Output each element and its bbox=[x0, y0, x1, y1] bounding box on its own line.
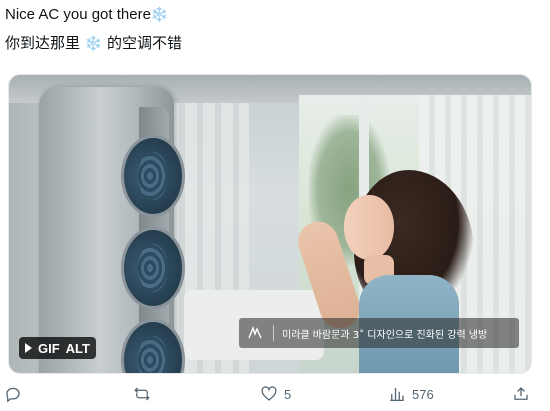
reply-icon bbox=[6, 387, 20, 403]
repost-button[interactable] bbox=[133, 380, 151, 408]
post-text-english: Nice AC you got there bbox=[5, 6, 151, 23]
views-button[interactable]: 576 bbox=[388, 380, 434, 408]
ac-fan-top bbox=[121, 135, 185, 217]
view-count: 576 bbox=[412, 386, 434, 402]
air-conditioner bbox=[39, 87, 185, 373]
caption-text: 미라클 바람문과 3˚ 디자인으로 진화된 강력 냉방 bbox=[282, 329, 488, 341]
heart-icon bbox=[261, 386, 277, 401]
woman-face bbox=[344, 195, 394, 260]
post-text-line1: Nice AC you got there❄️ bbox=[5, 4, 168, 25]
post-text-chinese-part2: 的空调不错 bbox=[107, 34, 183, 52]
share-button[interactable] bbox=[512, 380, 530, 408]
repost-icon bbox=[134, 387, 150, 401]
post-text-line2: 你到达那里 ❄️ 的空调不错 bbox=[5, 33, 182, 54]
snowflake-icon: ❄️ bbox=[150, 6, 169, 22]
post-action-bar: 5 576 bbox=[0, 380, 550, 408]
gif-label: GIF bbox=[38, 340, 60, 356]
like-count: 5 bbox=[284, 386, 292, 402]
views-icon bbox=[390, 388, 404, 402]
alt-button[interactable]: ALT bbox=[66, 341, 90, 356]
brand-logo-icon bbox=[247, 325, 274, 341]
gif-badge[interactable]: GIF ALT bbox=[19, 337, 96, 359]
share-icon bbox=[514, 387, 528, 400]
like-button[interactable]: 5 bbox=[260, 380, 291, 408]
play-icon[interactable] bbox=[25, 343, 32, 353]
post-text-chinese-part1: 你到达那里 bbox=[5, 34, 81, 52]
ac-fan-middle bbox=[121, 227, 185, 309]
gif-media[interactable]: 미라클 바람문과 3˚ 디자인으로 진화된 강력 냉방 GIF ALT bbox=[8, 74, 532, 374]
reply-button[interactable] bbox=[4, 380, 22, 408]
snowflake-icon: ❄️ bbox=[84, 36, 103, 52]
video-caption: 미라클 바람문과 3˚ 디자인으로 진화된 강력 냉방 bbox=[239, 318, 519, 348]
